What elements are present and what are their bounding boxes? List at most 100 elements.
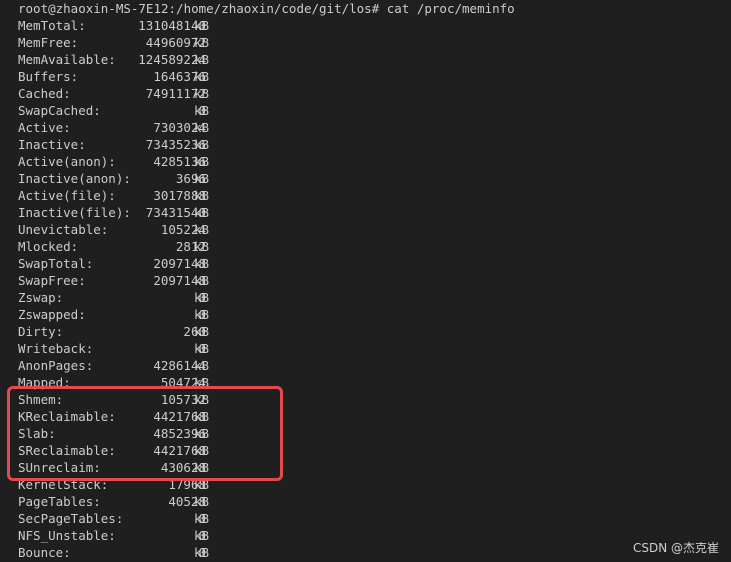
meminfo-row-active-file: Active(file): 3017888 kB xyxy=(18,187,278,204)
meminfo-unit: kB xyxy=(194,443,210,458)
meminfo-key: Active: xyxy=(18,120,71,135)
meminfo-unit: kB xyxy=(194,290,210,305)
meminfo-key: Inactive(anon): xyxy=(18,171,131,186)
meminfo-unit: kB xyxy=(194,409,210,424)
meminfo-row-unevictable: Unevictable: 105224 kB xyxy=(18,221,278,238)
meminfo-unit: kB xyxy=(194,154,210,169)
meminfo-unit: kB xyxy=(194,324,210,339)
meminfo-unit: kB xyxy=(194,392,210,407)
meminfo-unit: kB xyxy=(194,222,210,237)
meminfo-key: SUnreclaim: xyxy=(18,460,101,475)
meminfo-row-shmem: Shmem: 105732 kB xyxy=(18,391,278,408)
meminfo-unit: kB xyxy=(194,188,210,203)
meminfo-key: Active(file): xyxy=(18,188,116,203)
meminfo-row-inactive: Inactive: 73435236 kB xyxy=(18,136,278,153)
meminfo-key: Active(anon): xyxy=(18,154,116,169)
meminfo-row-cached: Cached: 74911172 kB xyxy=(18,85,278,102)
meminfo-key: Dirty: xyxy=(18,324,64,339)
meminfo-key: Zswap: xyxy=(18,290,64,305)
meminfo-row-mapped: Mapped: 504724 kB xyxy=(18,374,278,391)
meminfo-unit: kB xyxy=(194,52,210,67)
meminfo-row-zswap: Zswap: 0 kB xyxy=(18,289,278,306)
meminfo-key: MemAvailable: xyxy=(18,52,116,67)
meminfo-key: NFS_Unstable: xyxy=(18,528,116,543)
meminfo-unit: kB xyxy=(194,477,210,492)
shell-prompt-line: root@zhaoxin-MS-7E12:/home/zhaoxin/code/… xyxy=(18,1,515,16)
meminfo-row-memtotal: MemTotal: 131048140 kB xyxy=(18,17,278,34)
meminfo-key: KReclaimable: xyxy=(18,409,116,424)
meminfo-row-active-anon: Active(anon): 4285136 kB xyxy=(18,153,278,170)
meminfo-key: SwapTotal: xyxy=(18,256,94,271)
meminfo-key: Buffers: xyxy=(18,69,79,84)
meminfo-row-mlocked: Mlocked: 2812 kB xyxy=(18,238,278,255)
meminfo-key: MemFree: xyxy=(18,35,79,50)
meminfo-row-sunreclaim: SUnreclaim: 430628 kB xyxy=(18,459,278,476)
meminfo-key: PageTables: xyxy=(18,494,101,509)
meminfo-unit: kB xyxy=(194,273,210,288)
meminfo-row-pagetables: PageTables: 40528 kB xyxy=(18,493,278,510)
meminfo-unit: kB xyxy=(194,35,210,50)
meminfo-key: MemTotal: xyxy=(18,18,86,33)
meminfo-key: Mapped: xyxy=(18,375,71,390)
meminfo-unit: kB xyxy=(194,69,210,84)
meminfo-unit: kB xyxy=(194,426,210,441)
meminfo-row-writeback: Writeback: 0 kB xyxy=(18,340,278,357)
meminfo-row-active: Active: 7303024 kB xyxy=(18,119,278,136)
meminfo-row-inactive-anon: Inactive(anon): 3696 kB xyxy=(18,170,278,187)
meminfo-key: Zswapped: xyxy=(18,307,86,322)
meminfo-row-swapfree: SwapFree: 2097148 kB xyxy=(18,272,278,289)
meminfo-unit: kB xyxy=(194,375,210,390)
meminfo-key: SecPageTables: xyxy=(18,511,124,526)
meminfo-row-swapcached: SwapCached: 0 kB xyxy=(18,102,278,119)
meminfo-unit: kB xyxy=(194,86,210,101)
meminfo-row-slab: Slab: 4852396 kB xyxy=(18,425,278,442)
meminfo-key: Mlocked: xyxy=(18,239,79,254)
meminfo-row-memfree: MemFree: 44960972 kB xyxy=(18,34,278,51)
meminfo-key: SwapFree: xyxy=(18,273,86,288)
meminfo-key: Shmem: xyxy=(18,392,64,407)
meminfo-unit: kB xyxy=(194,205,210,220)
meminfo-unit: kB xyxy=(194,171,210,186)
meminfo-key: SReclaimable: xyxy=(18,443,116,458)
meminfo-unit: kB xyxy=(194,511,210,526)
meminfo-key: KernelStack: xyxy=(18,477,109,492)
meminfo-row-zswapped: Zswapped: 0 kB xyxy=(18,306,278,323)
terminal-output[interactable]: root@zhaoxin-MS-7E12:/home/zhaoxin/code/… xyxy=(0,0,731,562)
meminfo-unit: kB xyxy=(194,103,210,118)
meminfo-row-kreclaimable: KReclaimable: 4421768 kB xyxy=(18,408,278,425)
meminfo-row-anonpages: AnonPages: 4286144 kB xyxy=(18,357,278,374)
meminfo-row-memavailable: MemAvailable: 124589224 kB xyxy=(18,51,278,68)
meminfo-row-secpagetables: SecPageTables: 0 kB xyxy=(18,510,278,527)
meminfo-list: MemTotal: 131048140 kB MemFree: 44960972 kB … xyxy=(18,17,278,561)
meminfo-row-dirty: Dirty: 260 kB xyxy=(18,323,278,340)
meminfo-unit: kB xyxy=(194,460,210,475)
meminfo-key: Inactive: xyxy=(18,137,86,152)
meminfo-unit: kB xyxy=(194,137,210,152)
csdn-watermark: CSDN @杰克崔 xyxy=(632,541,719,555)
meminfo-unit: kB xyxy=(194,358,210,373)
meminfo-row-nfs-unstable: NFS_Unstable: 0 kB xyxy=(18,527,278,544)
meminfo-unit: kB xyxy=(194,18,210,33)
meminfo-unit: kB xyxy=(194,341,210,356)
meminfo-key: Unevictable: xyxy=(18,222,109,237)
meminfo-key: Writeback: xyxy=(18,341,94,356)
meminfo-key: SwapCached: xyxy=(18,103,101,118)
meminfo-key: Inactive(file): xyxy=(18,205,131,220)
meminfo-key: Bounce: xyxy=(18,545,71,560)
meminfo-key: Slab: xyxy=(18,426,56,441)
meminfo-row-inactive-file: Inactive(file): 73431540 kB xyxy=(18,204,278,221)
meminfo-row-sreclaimable: SReclaimable: 4421768 kB xyxy=(18,442,278,459)
meminfo-key: AnonPages: xyxy=(18,358,94,373)
meminfo-row-swaptotal: SwapTotal: 2097148 kB xyxy=(18,255,278,272)
meminfo-unit: kB xyxy=(194,494,210,509)
meminfo-unit: kB xyxy=(194,528,210,543)
meminfo-unit: kB xyxy=(194,120,210,135)
meminfo-row-bounce: Bounce: 0 kB xyxy=(18,544,278,561)
meminfo-row-kernelstack: KernelStack: 17968 kB xyxy=(18,476,278,493)
meminfo-row-buffers: Buffers: 1646376 kB xyxy=(18,68,278,85)
meminfo-unit: kB xyxy=(194,256,210,271)
meminfo-key: Cached: xyxy=(18,86,71,101)
meminfo-unit: kB xyxy=(194,545,210,560)
meminfo-unit: kB xyxy=(194,239,210,254)
meminfo-unit: kB xyxy=(194,307,210,322)
